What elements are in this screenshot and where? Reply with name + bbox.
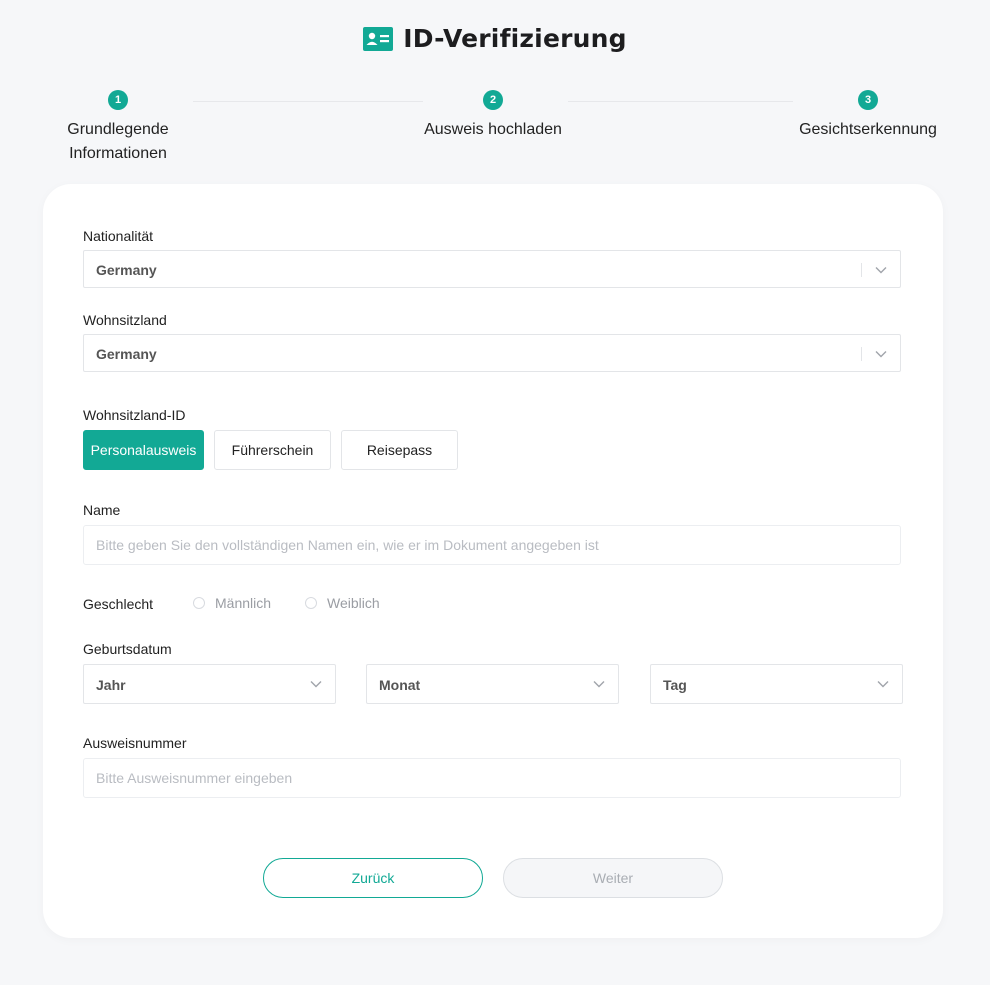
step-label: Ausweis hochladen bbox=[424, 121, 562, 138]
radio-female[interactable] bbox=[305, 597, 317, 609]
select-divider bbox=[861, 347, 862, 361]
nationality-label: Nationalität bbox=[83, 228, 154, 244]
id-number-input[interactable] bbox=[83, 758, 901, 798]
chevron-down-icon bbox=[874, 263, 888, 277]
step-number: 2 bbox=[483, 90, 503, 110]
id-card-icon bbox=[363, 26, 394, 51]
residence-label: Wohnsitzland bbox=[83, 312, 167, 328]
id-type-fuehrerschein-button[interactable]: Führerschein bbox=[214, 430, 331, 470]
nationality-select[interactable]: Germany bbox=[83, 250, 901, 288]
chevron-down-icon bbox=[592, 677, 606, 691]
step-number: 1 bbox=[108, 90, 128, 110]
step-connector bbox=[193, 101, 423, 102]
page-header: ID-Verifizierung bbox=[0, 24, 990, 53]
back-button[interactable]: Zurück bbox=[263, 858, 483, 898]
step-face-recognition: 3 Gesichtserkennung bbox=[768, 90, 968, 142]
name-label: Name bbox=[83, 502, 121, 518]
birth-month-select[interactable]: Monat bbox=[366, 664, 619, 704]
form-card: Nationalität Germany Wohnsitzland German… bbox=[43, 184, 943, 938]
page-title: ID-Verifizierung bbox=[403, 24, 627, 53]
step-basic-info: 1 Grundlegende Informationen bbox=[18, 90, 218, 166]
id-type-label: Wohnsitzland-ID bbox=[83, 407, 186, 423]
residence-value: Germany bbox=[96, 346, 157, 362]
gender-option-female[interactable]: Weiblich bbox=[305, 595, 380, 611]
name-input[interactable] bbox=[83, 525, 901, 565]
step-number: 3 bbox=[858, 90, 878, 110]
id-type-personalausweis-button[interactable]: Personalausweis bbox=[83, 430, 204, 470]
step-connector bbox=[568, 101, 793, 102]
id-type-reisepass-button[interactable]: Reisepass bbox=[341, 430, 458, 470]
step-label: Grundlegende Informationen bbox=[67, 121, 169, 162]
stepper: 1 Grundlegende Informationen 2 Ausweis ho… bbox=[0, 90, 990, 170]
chevron-down-icon bbox=[876, 677, 890, 691]
birth-day-placeholder: Tag bbox=[663, 677, 687, 693]
step-label: Gesichtserkennung bbox=[799, 121, 937, 138]
radio-label-male: Männlich bbox=[215, 595, 272, 611]
birthdate-label: Geburtsdatum bbox=[83, 641, 172, 657]
id-number-label: Ausweisnummer bbox=[83, 735, 187, 751]
birth-year-placeholder: Jahr bbox=[96, 677, 126, 693]
gender-option-male[interactable]: Männlich bbox=[193, 595, 271, 611]
select-divider bbox=[861, 263, 862, 277]
next-button[interactable]: Weiter bbox=[503, 858, 723, 898]
radio-label-female: Weiblich bbox=[327, 595, 380, 611]
birth-month-placeholder: Monat bbox=[379, 677, 421, 693]
radio-male[interactable] bbox=[193, 597, 205, 609]
nationality-value: Germany bbox=[96, 262, 157, 278]
birth-day-select[interactable]: Tag bbox=[650, 664, 903, 704]
step-upload-id: 2 Ausweis hochladen bbox=[393, 90, 593, 142]
chevron-down-icon bbox=[309, 677, 323, 691]
birth-year-select[interactable]: Jahr bbox=[83, 664, 336, 704]
residence-select[interactable]: Germany bbox=[83, 334, 901, 372]
gender-label: Geschlecht bbox=[83, 596, 154, 612]
chevron-down-icon bbox=[874, 347, 888, 361]
